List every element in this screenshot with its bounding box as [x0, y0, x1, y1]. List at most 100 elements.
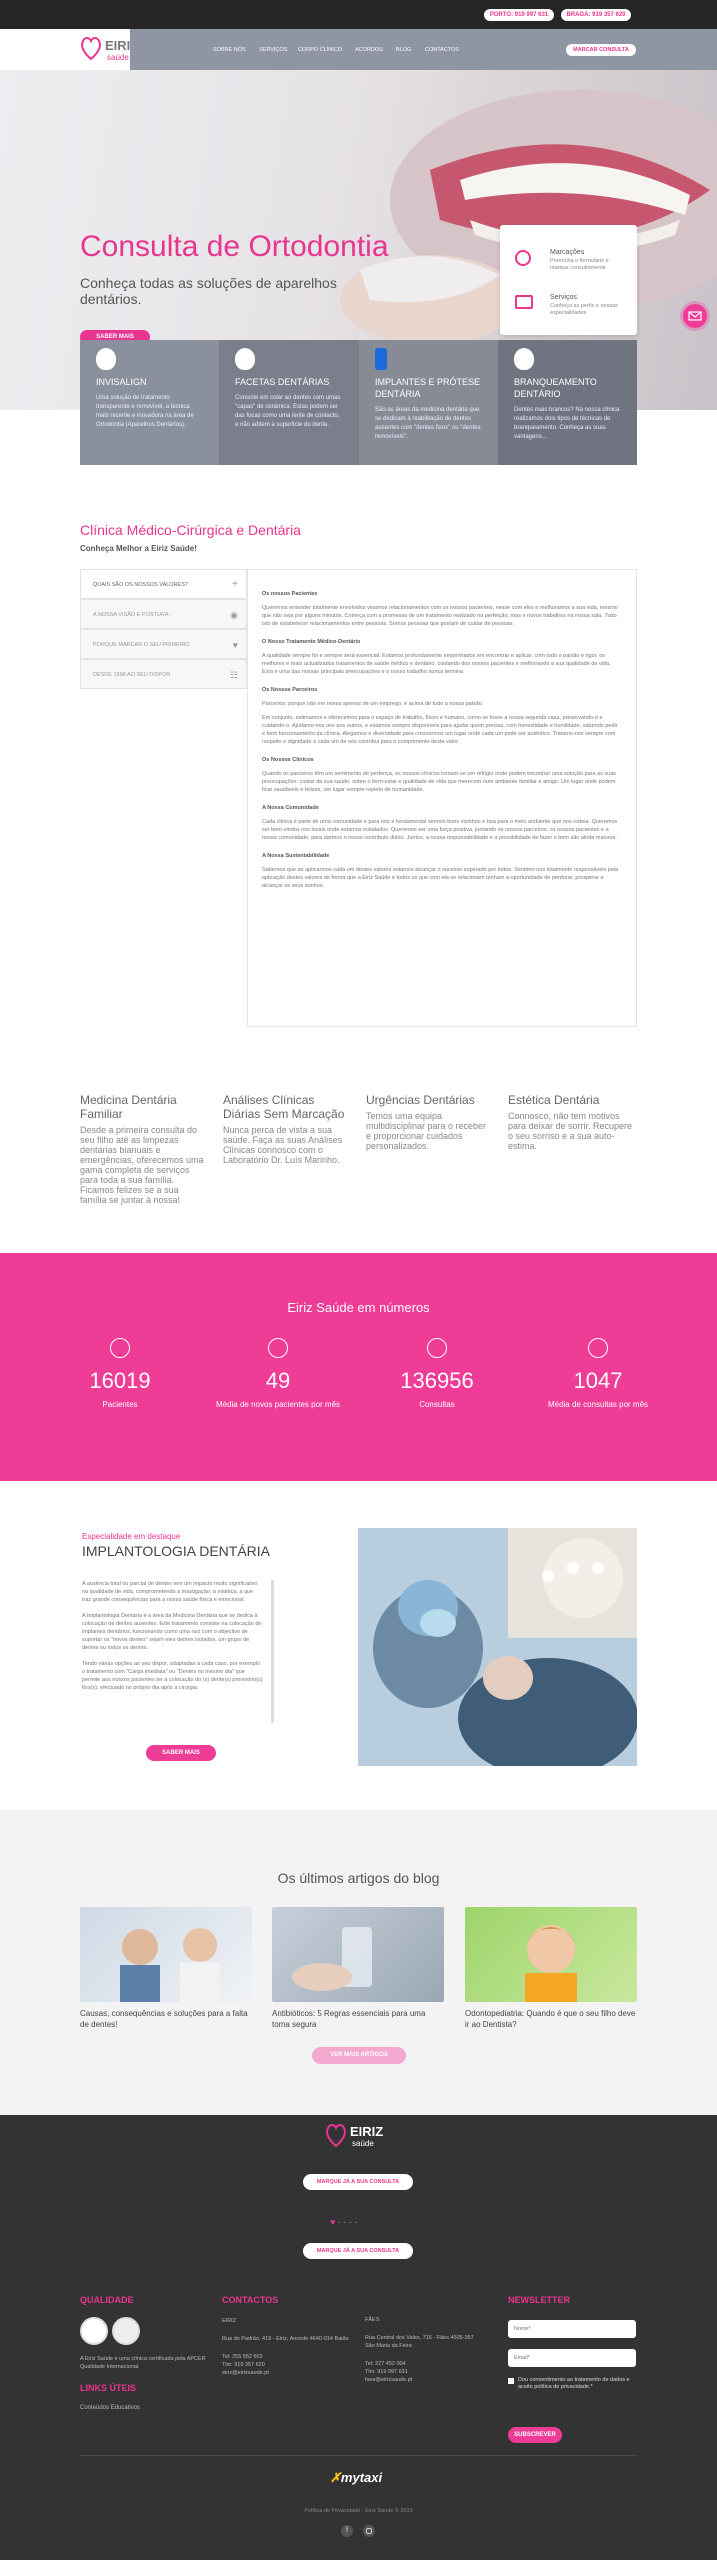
medal-icon	[588, 1338, 608, 1358]
partner-logo[interactable]: ✗mytaxi	[330, 2470, 382, 2486]
facebook-icon[interactable]: f	[341, 2525, 353, 2537]
contact-email[interactable]: eiriz@eirizsaude.pt	[222, 2369, 352, 2377]
feature-urgencias: Urgências Dentárias Temos uma equipa mult…	[366, 1093, 491, 1151]
feature-title: Estética Dentária	[508, 1093, 600, 1107]
stat-number: 16019	[89, 1368, 151, 1393]
highlight-paragraph: A ausência total ou parcial de dentes te…	[82, 1581, 258, 1603]
info-servicos-title[interactable]: Serviços	[550, 294, 577, 301]
contact-tlm[interactable]: Tlm: 919 997 631	[365, 2368, 485, 2376]
section-text: A qualidade sempre foi e sempre será ess…	[262, 653, 611, 675]
blog-post-2[interactable]: Antibióticos: 5 Regras essenciais para u…	[272, 1907, 444, 2030]
feature-estetica: Estética Dentária Connosco, não tem motiv…	[508, 1093, 633, 1151]
tab-porque[interactable]: PORQUE MARCAR O SEU PRIMEIRO ♥	[80, 629, 247, 659]
newsletter-name-input[interactable]	[508, 2320, 636, 2338]
hero-subtitle: Conheça todas as soluções de aparelhos d…	[80, 275, 337, 307]
link-conteudos[interactable]: Conteúdos Educativos	[80, 2405, 210, 2411]
newsletter-title: NEWSLETTER	[508, 2295, 570, 2305]
subscribe-button[interactable]: SUBSCREVER	[508, 2427, 562, 2443]
quality-text: A Eiriz Saúde é uma clínica certificada …	[80, 2356, 206, 2370]
section-heading: O Nosso Tratamento Médico-Dentário	[262, 639, 361, 645]
section-text: Queremos entender totalmente envolvidos …	[262, 605, 618, 627]
service-invisalign[interactable]: INVISALIGN Uma solução de tratamento tra…	[80, 340, 219, 465]
footer-logo-sub: saúde	[352, 2139, 374, 2148]
stat-pacientes: 16019 Pacientes	[45, 1338, 195, 1409]
blog-post-title[interactable]: Causas, consequências e soluções para a …	[80, 2008, 252, 2030]
tab-label: A NOSSA VISÃO E POSTURA	[93, 612, 169, 618]
about-title: Clínica Médico-Cirúrgica e Dentária	[80, 522, 301, 538]
nav-item-sobre[interactable]: SOBRE NÓS	[213, 47, 246, 53]
consent-checkbox[interactable]	[508, 2378, 514, 2384]
tab-valores[interactable]: QUAIS SÃO OS NOSSOS VALORES? +	[80, 569, 247, 599]
blog-post-1[interactable]: Causas, consequências e soluções para a …	[80, 1907, 252, 2030]
contact-eiriz: EIRIZ Rua do Padrão, 419 - Eiriz, Ancede…	[222, 2317, 352, 2377]
contact-tlm[interactable]: Tlm: 919 357 620	[222, 2361, 352, 2369]
instagram-icon[interactable]	[363, 2525, 375, 2537]
footer-marque-button-2[interactable]: MARQUE JÁ A SUA CONSULTA	[303, 2243, 413, 2259]
stats-title: Eiriz Saúde em números	[287, 1300, 430, 1315]
heart-logo-icon	[81, 37, 101, 61]
highlight-paragraph: Tendo várias opções ao seu dispor, adapt…	[82, 1661, 263, 1691]
nav-item-corpo-clinico[interactable]: CORPO CLÍNICO	[298, 47, 342, 53]
phone-porto-link[interactable]: PORTO: 919 997 631	[484, 9, 554, 21]
contact-address: Rua Central dos Vales, 716 - Fães 4505-3…	[365, 2335, 474, 2349]
section-heading: Os Nossos Parceiros	[262, 687, 318, 693]
contact-faes: FÃES Rua Central dos Vales, 716 - Fães 4…	[365, 2316, 485, 2384]
feature-text: Desde a primeira consulta do seu filho a…	[80, 1125, 204, 1205]
contact-float-button[interactable]	[683, 304, 707, 328]
section-heading: Os nossos Pacientes	[262, 591, 318, 597]
medal-icon	[268, 1338, 288, 1358]
service-facetas[interactable]: FACETAS DENTÁRIAS Consiste em colar ao d…	[219, 340, 359, 465]
marcar-consulta-button[interactable]: MARCAR CONSULTA	[566, 44, 636, 56]
tooth-icon	[96, 348, 116, 370]
phone-braga-link[interactable]: BRAGA: 919 357 620	[561, 9, 631, 21]
blog-post-3[interactable]: Odontopediatria: Quando é que o seu filh…	[465, 1907, 637, 2030]
contacts-title: CONTACTOS	[222, 2295, 279, 2305]
feature-text: Nunca perca de vista a sua saúde. Faça a…	[223, 1125, 343, 1165]
links-title: LINKS ÚTEIS	[80, 2383, 137, 2393]
highlight-text[interactable]: A ausência total ou parcial de dentes te…	[82, 1580, 274, 1723]
service-text: Consiste em colar ao dentes com umas "ca…	[235, 395, 341, 428]
nav-item-acordos[interactable]: ACORDOS	[355, 47, 383, 53]
blog-post-title[interactable]: Antibióticos: 5 Regras essenciais para u…	[272, 2008, 444, 2030]
blog-post-title[interactable]: Odontopediatria: Quando é que o seu filh…	[465, 2008, 637, 2030]
section-heading: Os Nossos Clínicos	[262, 757, 314, 763]
eye-icon: ◉	[230, 610, 238, 620]
envelope-icon	[688, 311, 702, 321]
taxi-icon: ✗	[330, 2470, 341, 2485]
contact-name: FÃES	[365, 2317, 380, 2323]
nav-item-contactos[interactable]: CONTACTOS	[425, 47, 459, 53]
heart-divider-icon: ♥ - - - -	[330, 2217, 358, 2227]
contact-email[interactable]: faes@eirizsaude.pt	[365, 2376, 485, 2384]
info-marcacoes-title[interactable]: Marcações	[550, 249, 584, 256]
contact-tel[interactable]: Tel: 255 552 602	[222, 2353, 352, 2361]
stat-label: Consultas	[419, 1400, 455, 1409]
footer-logo[interactable]: EIRIZ saúde	[325, 2122, 395, 2154]
stat-consultas: 136956 Consultas	[362, 1338, 512, 1409]
tab-visao[interactable]: A NOSSA VISÃO E POSTURA ◉	[80, 599, 247, 629]
nav-item-blog[interactable]: BLOG	[396, 47, 411, 53]
newsletter-email-input[interactable]	[508, 2349, 636, 2367]
section-heading: A Nossa Sustentabilidade	[262, 853, 330, 859]
copyright: Política de Privacidade · Eiriz Saúde © …	[304, 2508, 413, 2514]
stat-number: 136956	[400, 1368, 474, 1393]
partner-name: mytaxi	[340, 2470, 383, 2485]
service-text: Uma solução de tratamento transparente e…	[96, 395, 194, 428]
stat-novos: 49 Média de novos pacientes por mês	[203, 1338, 353, 1409]
tab-desde[interactable]: DESDE 1998 AO SEU DISPOR ☷	[80, 659, 247, 689]
service-implantes[interactable]: IMPLANTES E PRÓTESE DENTÁRIA São as área…	[359, 340, 498, 465]
footer-marque-button-1[interactable]: MARQUE JÁ A SUA CONSULTA	[303, 2174, 413, 2190]
contact-tel[interactable]: Tel: 227 452 004	[365, 2360, 485, 2368]
section-text: Parceiros: porque não em nossa apenas de…	[262, 701, 484, 707]
highlight-kicker: Especialidade em destaque	[82, 1532, 181, 1541]
footer-newsletter-column: NEWSLETTER Dou consentimento ao tratamen…	[508, 2295, 638, 2443]
ver-mais-artigos-button[interactable]: VER MAIS ARTIGOS	[312, 2047, 406, 2064]
highlight-saber-mais-button[interactable]: SABER MAIS	[146, 1745, 216, 1761]
consent-label: Dou consentimento ao tratamento de dados…	[518, 2377, 630, 2390]
service-branqueamento[interactable]: BRANQUEAMENTO DENTÁRIO Dentes mais branc…	[498, 340, 637, 465]
footer-logo-text: EIRIZ	[350, 2124, 384, 2139]
nav-item-servicos[interactable]: SERVIÇOS	[259, 47, 287, 53]
highlight-photo	[358, 1528, 637, 1766]
section-heading: A Nossa Comunidade	[262, 805, 319, 811]
certification-badges	[80, 2317, 210, 2345]
service-title: IMPLANTES E PRÓTESE DENTÁRIA	[375, 377, 481, 399]
